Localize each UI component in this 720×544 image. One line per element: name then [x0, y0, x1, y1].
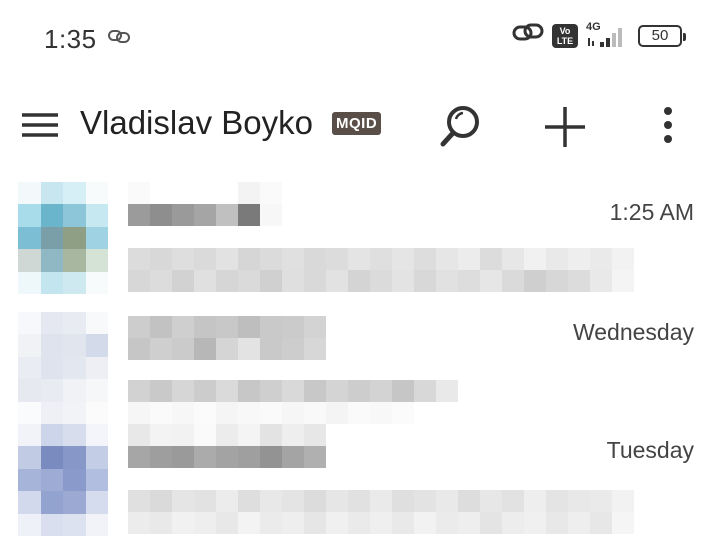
battery-icon: 50: [638, 24, 686, 47]
avatar-pixel: [63, 271, 86, 294]
conversation-date: Wednesday: [572, 319, 694, 345]
pixelated-snippet: [128, 248, 634, 270]
avatar-pixel: [40, 334, 63, 357]
pixelated-name: [128, 338, 326, 360]
status-bar: 1:35 Vo LTE 4G 50: [0, 0, 720, 80]
pixelated-snippet: [128, 380, 458, 402]
avatar-pixel: [18, 379, 41, 402]
pixelated-snippet: [128, 270, 634, 292]
avatar-pixel: [63, 204, 86, 227]
avatar-pixel: [85, 271, 108, 294]
link-icon: [108, 28, 130, 49]
avatar-pixel: [18, 249, 41, 272]
avatar-pixel: [63, 424, 86, 447]
avatar-pixel: [85, 334, 108, 357]
battery-level: 50: [651, 27, 669, 44]
avatar-pixel: [63, 446, 86, 469]
avatar-pixel: [85, 513, 108, 536]
avatar-pixel: [85, 446, 108, 469]
avatar-pixel: [40, 401, 63, 424]
avatar-pixel: [63, 249, 86, 272]
avatar-pixel: [40, 271, 63, 294]
avatar-pixel: [63, 356, 86, 380]
avatar-pixel: [85, 182, 108, 205]
avatar-pixel: [18, 182, 41, 205]
pixelated-name: [128, 316, 326, 338]
avatar-pixel: [18, 226, 41, 250]
avatar-pixel: [18, 204, 41, 227]
mqid-badge: MQID: [332, 112, 382, 135]
avatar-pixel: [18, 334, 41, 357]
avatar-pixel: [18, 424, 41, 447]
avatar-pixel: [63, 468, 86, 492]
avatar-pixel: [63, 401, 86, 424]
hotspot-link-icon: [512, 22, 544, 49]
avatar-pixel: [85, 491, 108, 514]
avatar-pixel: [40, 424, 63, 447]
avatar: [18, 424, 108, 536]
avatar-pixel: [85, 356, 108, 380]
search-icon[interactable]: [436, 102, 486, 152]
conversation-item[interactable]: 1:25 AM: [0, 182, 720, 302]
avatar-pixel: [18, 491, 41, 514]
pixelated-snippet: [128, 512, 634, 534]
status-icons: Vo LTE 4G 50: [512, 21, 686, 49]
avatar-pixel: [63, 491, 86, 514]
avatar-pixel: [40, 356, 63, 380]
more-vert-icon[interactable]: [644, 102, 694, 152]
avatar-pixel: [18, 312, 41, 335]
conversation-date: 1:25 AM: [609, 199, 694, 225]
avatar-pixel: [18, 513, 41, 536]
avatar-pixel: [40, 312, 63, 335]
avatar-pixel: [85, 401, 108, 424]
avatar-pixel: [40, 379, 63, 402]
avatar: [18, 182, 108, 294]
avatar-pixel: [18, 468, 41, 492]
avatar-pixel: [18, 446, 41, 469]
conversation-item[interactable]: Wednesday: [0, 312, 720, 432]
avatar-pixel: [40, 491, 63, 514]
page-title: Vladislav Boyko: [80, 104, 313, 141]
avatar-pixel: [85, 312, 108, 335]
avatar-pixel: [40, 249, 63, 272]
avatar-pixel: [85, 468, 108, 492]
plus-icon[interactable]: [540, 102, 590, 152]
avatar-pixel: [85, 379, 108, 402]
avatar-pixel: [85, 249, 108, 272]
avatar: [18, 312, 108, 424]
avatar-pixel: [63, 312, 86, 335]
avatar-pixel: [18, 356, 41, 380]
pixelated-name: [128, 424, 326, 446]
avatar-pixel: [63, 513, 86, 536]
avatar-pixel: [40, 226, 63, 250]
avatar-pixel: [63, 226, 86, 250]
avatar-pixel: [18, 271, 41, 294]
avatar-pixel: [85, 226, 108, 250]
avatar-pixel: [40, 204, 63, 227]
signal-icon: 4G: [586, 21, 630, 48]
avatar-pixel: [63, 334, 86, 357]
volte-icon: Vo LTE: [552, 23, 578, 48]
avatar-pixel: [85, 424, 108, 447]
avatar-pixel: [18, 401, 41, 424]
avatar-pixel: [40, 513, 63, 536]
app-bar: Vladislav Boyko MQID: [0, 90, 720, 162]
avatar-pixel: [40, 446, 63, 469]
status-time: 1:35: [44, 24, 97, 54]
pixelated-name: [128, 182, 282, 204]
conversation-date: Tuesday: [606, 437, 694, 463]
pixelated-name: [128, 204, 282, 226]
avatar-pixel: [63, 379, 86, 402]
pixelated-snippet: [128, 402, 414, 424]
pixelated-name: [128, 446, 326, 468]
avatar-pixel: [85, 204, 108, 227]
avatar-pixel: [40, 182, 63, 205]
conversation-item[interactable]: Tuesday: [0, 424, 720, 544]
pixelated-snippet: [128, 490, 634, 512]
avatar-pixel: [40, 468, 63, 492]
avatar-pixel: [63, 182, 86, 205]
menu-icon[interactable]: [22, 110, 58, 140]
